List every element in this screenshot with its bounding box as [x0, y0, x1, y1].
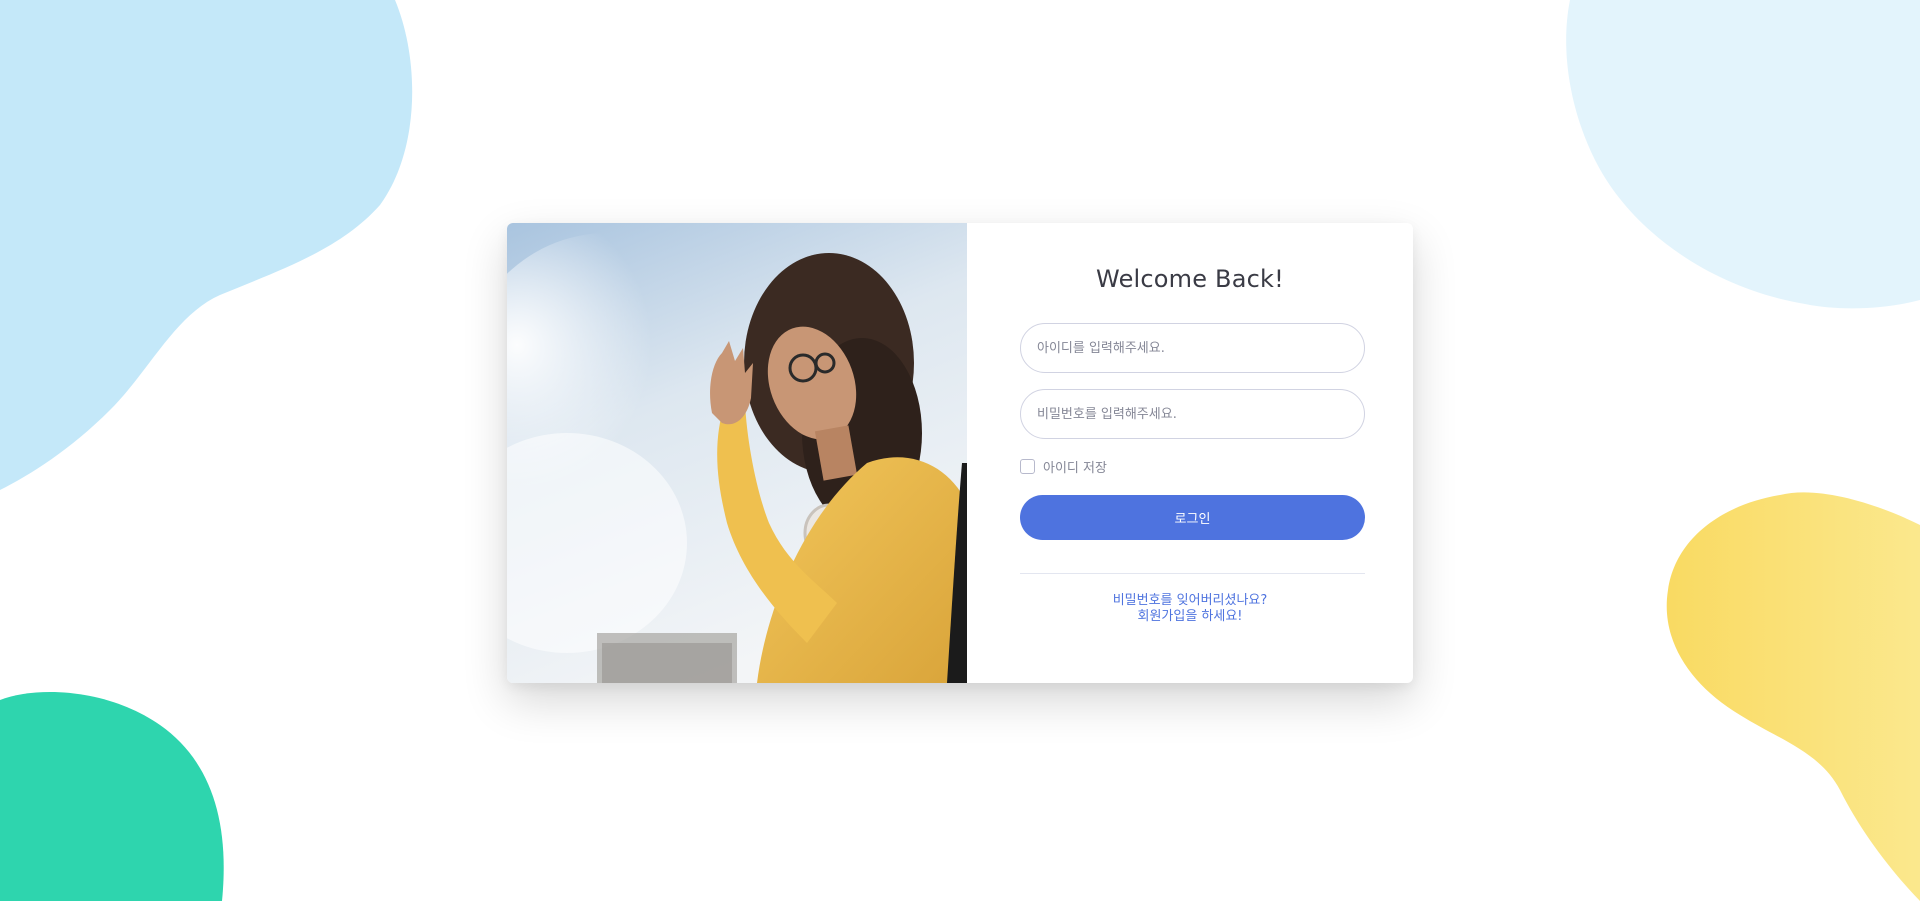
background-blob-yellow	[1660, 490, 1920, 901]
welcome-photo	[507, 223, 967, 683]
divider	[1020, 573, 1365, 574]
welcome-title: Welcome Back!	[1096, 265, 1284, 293]
id-input[interactable]	[1020, 323, 1365, 373]
login-page: Welcome Back! 아이디 저장 로그인 비밀번호를 잊어버리셨나요? …	[0, 0, 1920, 901]
checkbox-icon[interactable]	[1020, 459, 1035, 474]
login-button[interactable]: 로그인	[1020, 495, 1365, 540]
login-card: Welcome Back! 아이디 저장 로그인 비밀번호를 잊어버리셨나요? …	[507, 223, 1413, 683]
login-form: Welcome Back! 아이디 저장 로그인 비밀번호를 잊어버리셨나요? …	[967, 223, 1413, 683]
password-input[interactable]	[1020, 389, 1365, 439]
remember-id-label: 아이디 저장	[1043, 461, 1107, 476]
remember-id-option[interactable]: 아이디 저장	[1020, 457, 1107, 476]
background-blob-green	[0, 690, 240, 901]
background-blob-light-blue	[1560, 0, 1920, 320]
background-blob-blue	[0, 0, 420, 500]
signup-link[interactable]: 회원가입을 하세요!	[967, 605, 1413, 624]
